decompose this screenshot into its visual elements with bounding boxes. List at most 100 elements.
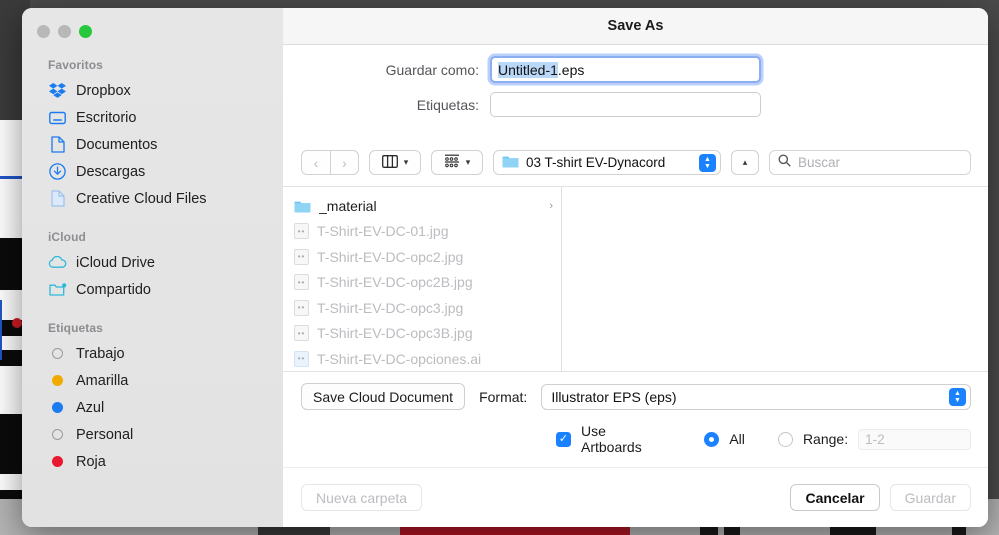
go-up-button[interactable]: ▴	[731, 150, 759, 175]
navigation-buttons: ‹ ›	[301, 150, 359, 175]
format-label: Format:	[479, 389, 527, 405]
chevron-right-icon: ›	[342, 156, 347, 170]
list-item[interactable]: •• T-Shirt-EV-DC-opc2B.jpg	[283, 270, 561, 296]
current-folder-popup[interactable]: 03 T-shirt EV-Dynacord ▲▼	[493, 150, 721, 175]
list-item[interactable]: •• T-Shirt-EV-DC-01.jpg	[283, 219, 561, 245]
save-cloud-document-button[interactable]: Save Cloud Document	[301, 383, 465, 410]
list-item-label: T-Shirt-EV-DC-opc3.jpg	[317, 300, 553, 316]
cancel-button[interactable]: Cancelar	[790, 484, 879, 511]
sidebar-item-descargas[interactable]: Descargas	[22, 158, 283, 185]
save-as-label: Guardar como:	[283, 62, 490, 78]
sidebar-item-label: iCloud Drive	[76, 255, 155, 271]
jpg-file-icon: ••	[294, 300, 309, 316]
sidebar-item-label: Amarilla	[76, 373, 128, 389]
list-item-label: T-Shirt-EV-DC-opc2B.jpg	[317, 274, 553, 290]
save-as-dialog: Favoritos Dropbox Escritorio	[22, 8, 988, 527]
finder-toolbar: ‹ › ▾	[283, 139, 988, 187]
sidebar-item-label: Roja	[76, 454, 106, 470]
list-item-label: T-Shirt-EV-DC-opc3B.jpg	[317, 325, 553, 341]
jpg-file-icon: ••	[294, 223, 309, 239]
sidebar-item-label: Escritorio	[76, 110, 136, 126]
jpg-file-icon: ••	[294, 274, 309, 290]
format-options-area: Save Cloud Document Format: Illustrator …	[283, 371, 988, 467]
format-row: Save Cloud Document Format: Illustrator …	[301, 383, 971, 410]
sidebar-item-icloud-drive[interactable]: iCloud Drive	[22, 249, 283, 276]
chevron-down-icon: ▾	[466, 157, 471, 168]
tag-dot-icon	[48, 398, 67, 417]
sidebar: Favoritos Dropbox Escritorio	[22, 8, 283, 527]
sidebar-item-label: Azul	[76, 400, 104, 416]
background-art-block	[12, 318, 22, 328]
creative-cloud-file-icon	[48, 189, 67, 208]
sidebar-item-label: Trabajo	[76, 346, 125, 362]
preview-column	[562, 187, 988, 371]
sidebar-item-label: Dropbox	[76, 83, 131, 99]
jpg-file-icon: ••	[294, 325, 309, 341]
sidebar-item-documentos[interactable]: Documentos	[22, 131, 283, 158]
sidebar-item-label: Creative Cloud Files	[76, 191, 207, 207]
use-artboards-label: Use Artboards	[581, 423, 664, 455]
list-item-label: T-Shirt-EV-DC-opc2.jpg	[317, 249, 553, 265]
artboards-range-label: Range:	[803, 431, 848, 447]
sidebar-item-label: Personal	[76, 427, 133, 443]
sidebar-item-dropbox[interactable]: Dropbox	[22, 77, 283, 104]
sidebar-item-tag-trabajo[interactable]: Trabajo	[22, 340, 283, 367]
use-artboards-checkbox[interactable]: ✓	[556, 432, 571, 447]
list-item-label: T-Shirt-EV-DC-01.jpg	[317, 223, 553, 239]
view-mode-button[interactable]: ▾	[369, 150, 421, 175]
group-items-button[interactable]: ▾	[431, 150, 483, 175]
back-button[interactable]: ‹	[301, 150, 330, 175]
file-browser: _material › •• T-Shirt-EV-DC-01.jpg •• T…	[283, 187, 988, 371]
artboards-all-label: All	[729, 431, 745, 447]
sidebar-item-tag-personal[interactable]: Personal	[22, 421, 283, 448]
save-button[interactable]: Guardar	[890, 484, 971, 511]
dialog-content: Save As Guardar como: Untitled-1.eps Eti…	[283, 8, 988, 527]
sidebar-item-compartido[interactable]: Compartido	[22, 276, 283, 303]
column-view-icon	[382, 155, 398, 171]
dropbox-icon	[48, 81, 67, 100]
sidebar-spacer	[22, 212, 283, 226]
list-item-label: _material	[319, 198, 541, 214]
sidebar-section-etiquetas: Etiquetas	[22, 317, 283, 340]
chevron-up-icon: ▴	[743, 157, 748, 168]
name-fields-area: Guardar como: Untitled-1.eps Etiquetas:	[283, 45, 988, 139]
sidebar-spacer	[22, 303, 283, 317]
sidebar-item-tag-amarilla[interactable]: Amarilla	[22, 367, 283, 394]
tag-dot-icon	[48, 371, 67, 390]
forward-button[interactable]: ›	[330, 150, 359, 175]
list-item[interactable]: •• T-Shirt-EV-DC-opc3.jpg	[283, 295, 561, 321]
folder-icon	[294, 199, 311, 213]
dialog-footer: Nueva carpeta Cancelar Guardar	[283, 467, 988, 527]
up-down-stepper-icon: ▲▼	[949, 388, 966, 406]
sidebar-item-tag-roja[interactable]: Roja	[22, 448, 283, 475]
list-item[interactable]: •• T-Shirt-EV-DC-opciones.ai	[283, 346, 561, 371]
close-button[interactable]	[37, 25, 50, 38]
list-item-label: T-Shirt-EV-DC-opciones.ai	[317, 351, 553, 367]
list-item[interactable]: _material ›	[283, 193, 561, 219]
new-folder-button[interactable]: Nueva carpeta	[301, 484, 422, 511]
tag-dot-icon	[48, 425, 67, 444]
format-value: Illustrator EPS (eps)	[551, 389, 676, 405]
artboards-range-input[interactable]: 1-2	[858, 429, 971, 450]
list-item[interactable]: •• T-Shirt-EV-DC-opc3B.jpg	[283, 321, 561, 347]
artboard-options-row: ✓ Use Artboards All Range: 1-2	[301, 423, 971, 455]
artboards-all-radio[interactable]	[704, 432, 719, 447]
filename-input[interactable]: Untitled-1.eps	[490, 56, 761, 83]
search-field[interactable]: Buscar	[769, 150, 971, 175]
dialog-titlebar: Save As	[283, 8, 988, 45]
file-list-column[interactable]: _material › •• T-Shirt-EV-DC-01.jpg •• T…	[283, 187, 562, 371]
chevron-down-icon: ▾	[404, 157, 409, 168]
minimize-button[interactable]	[58, 25, 71, 38]
tags-input[interactable]	[490, 92, 761, 117]
zoom-button[interactable]	[79, 25, 92, 38]
tag-dot-icon	[48, 344, 67, 363]
format-dropdown[interactable]: Illustrator EPS (eps) ▲▼	[541, 384, 971, 410]
sidebar-item-escritorio[interactable]: Escritorio	[22, 104, 283, 131]
check-icon: ✓	[559, 434, 568, 445]
list-item[interactable]: •• T-Shirt-EV-DC-opc2.jpg	[283, 244, 561, 270]
ai-file-icon: ••	[294, 351, 309, 367]
sidebar-item-tag-azul[interactable]: Azul	[22, 394, 283, 421]
artboards-range-radio[interactable]	[778, 432, 793, 447]
sidebar-item-creative-cloud-files[interactable]: Creative Cloud Files	[22, 185, 283, 212]
search-icon	[778, 154, 791, 172]
